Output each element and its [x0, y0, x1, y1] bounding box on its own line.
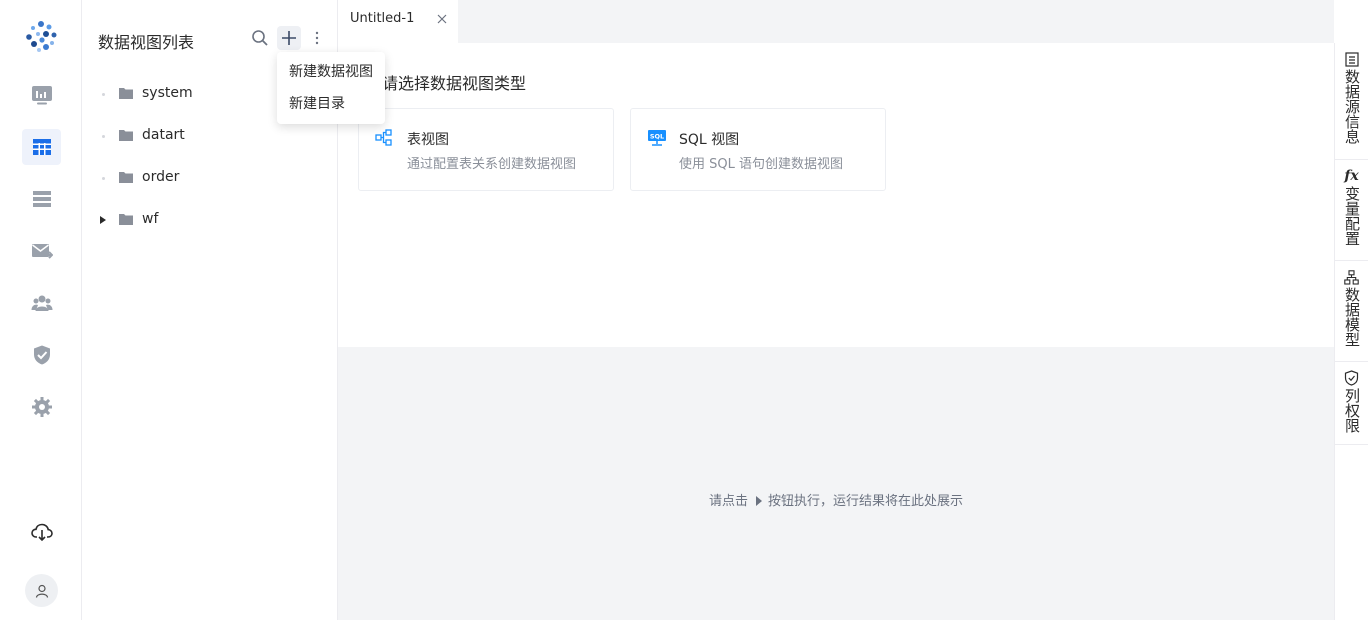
- fx-icon: fx: [1344, 168, 1359, 184]
- nav-members[interactable]: [22, 285, 61, 321]
- tree-leaf-dot: [97, 129, 109, 143]
- user-icon: [35, 584, 48, 598]
- svg-text:SQL: SQL: [650, 133, 664, 141]
- tree-leaf-dot: [97, 87, 109, 101]
- nav-dataview[interactable]: [22, 129, 61, 165]
- add-button[interactable]: [277, 26, 301, 50]
- list-icon: [1344, 51, 1360, 67]
- nav-dashboard[interactable]: [22, 77, 61, 113]
- editor-area: Untitled-1 请选择数据视图类型 表视图 通过配置表关系创建数据视图 S…: [338, 0, 1334, 620]
- folder-icon: [119, 88, 133, 99]
- nav-download[interactable]: [22, 514, 61, 550]
- folder-icon: [119, 214, 133, 225]
- members-icon: [31, 295, 52, 311]
- right-side-tabs: 数据源信息 fx 变量配置 数据模型 列权限: [1334, 43, 1368, 620]
- folder-icon: [119, 130, 133, 141]
- tab-variable-config[interactable]: fx 变量配置: [1335, 160, 1368, 261]
- shield-check-icon: [1344, 370, 1360, 386]
- plus-icon: [282, 31, 296, 45]
- close-icon[interactable]: [436, 13, 448, 25]
- tree-item-label: system: [142, 85, 193, 101]
- sql-view-card[interactable]: SQL SQL 视图 使用 SQL 语句创建数据视图: [630, 108, 886, 191]
- caret-right-icon[interactable]: [97, 213, 109, 227]
- tab-untitled[interactable]: Untitled-1: [338, 0, 458, 43]
- nav-rail: [0, 0, 82, 620]
- card-title: 表视图: [407, 132, 449, 148]
- menu-item-new-dataview[interactable]: 新建数据视图: [277, 60, 385, 92]
- panel-title: 数据视图列表: [98, 33, 195, 52]
- cloud-download-icon: [30, 523, 53, 542]
- results-hint: 请点击 按钮执行，运行结果将在此处展示: [338, 490, 1334, 509]
- add-dropdown-menu: 新建数据视图 新建目录: [277, 52, 385, 124]
- settings-icon: [31, 397, 52, 417]
- folder-icon: [119, 172, 133, 183]
- tree-item-wf[interactable]: wf: [82, 199, 338, 241]
- search-button[interactable]: [248, 26, 272, 50]
- rtab-label: 数据源信息: [1343, 69, 1361, 144]
- model-tree-icon: [1344, 269, 1360, 285]
- editor-tabbar: Untitled-1: [338, 0, 1334, 43]
- tree-item-label: datart: [142, 127, 185, 143]
- tab-column-permission[interactable]: 列权限: [1335, 362, 1368, 445]
- schedule-icon: [31, 244, 53, 259]
- tree-item-label: order: [142, 169, 180, 185]
- more-button[interactable]: [305, 26, 329, 50]
- tree-item-order[interactable]: order: [82, 157, 338, 199]
- rtab-label: 数据模型: [1343, 287, 1361, 347]
- hint-before: 请点击: [708, 494, 748, 509]
- results-area: 请点击 按钮执行，运行结果将在此处展示: [338, 347, 1334, 620]
- card-title: SQL 视图: [679, 132, 740, 148]
- dashboard-icon: [31, 86, 52, 105]
- menu-item-new-folder[interactable]: 新建目录: [277, 92, 385, 124]
- hint-after: 按钮执行，运行结果将在此处展示: [768, 494, 964, 509]
- nav-datasource[interactable]: [22, 181, 61, 217]
- nav-settings[interactable]: [22, 389, 61, 425]
- more-vertical-icon: [315, 31, 319, 45]
- card-description: 通过配置表关系创建数据视图: [407, 157, 577, 172]
- run-triangle-icon: [756, 496, 762, 506]
- tab-label: Untitled-1: [350, 11, 415, 26]
- table-view-icon: [375, 129, 392, 146]
- view-type-title: 请选择数据视图类型: [382, 74, 527, 93]
- permission-icon: [33, 345, 50, 365]
- tree-leaf-dot: [97, 171, 109, 185]
- dataview-icon: [32, 139, 51, 155]
- tree-item-label: wf: [142, 211, 159, 227]
- table-view-card[interactable]: 表视图 通过配置表关系创建数据视图: [358, 108, 614, 191]
- search-icon: [252, 30, 268, 46]
- nav-permission[interactable]: [22, 337, 61, 373]
- datart-logo[interactable]: [22, 18, 60, 56]
- sql-view-icon: SQL: [648, 130, 666, 146]
- tab-data-model[interactable]: 数据模型: [1335, 261, 1368, 362]
- rtab-label: 变量配置: [1343, 186, 1361, 246]
- card-description: 使用 SQL 语句创建数据视图: [679, 157, 843, 172]
- user-avatar[interactable]: [25, 574, 58, 607]
- datasource-icon: [32, 191, 51, 207]
- nav-schedule[interactable]: [22, 233, 61, 269]
- tab-datasource-info[interactable]: 数据源信息: [1335, 43, 1368, 160]
- rtab-label: 列权限: [1343, 388, 1361, 433]
